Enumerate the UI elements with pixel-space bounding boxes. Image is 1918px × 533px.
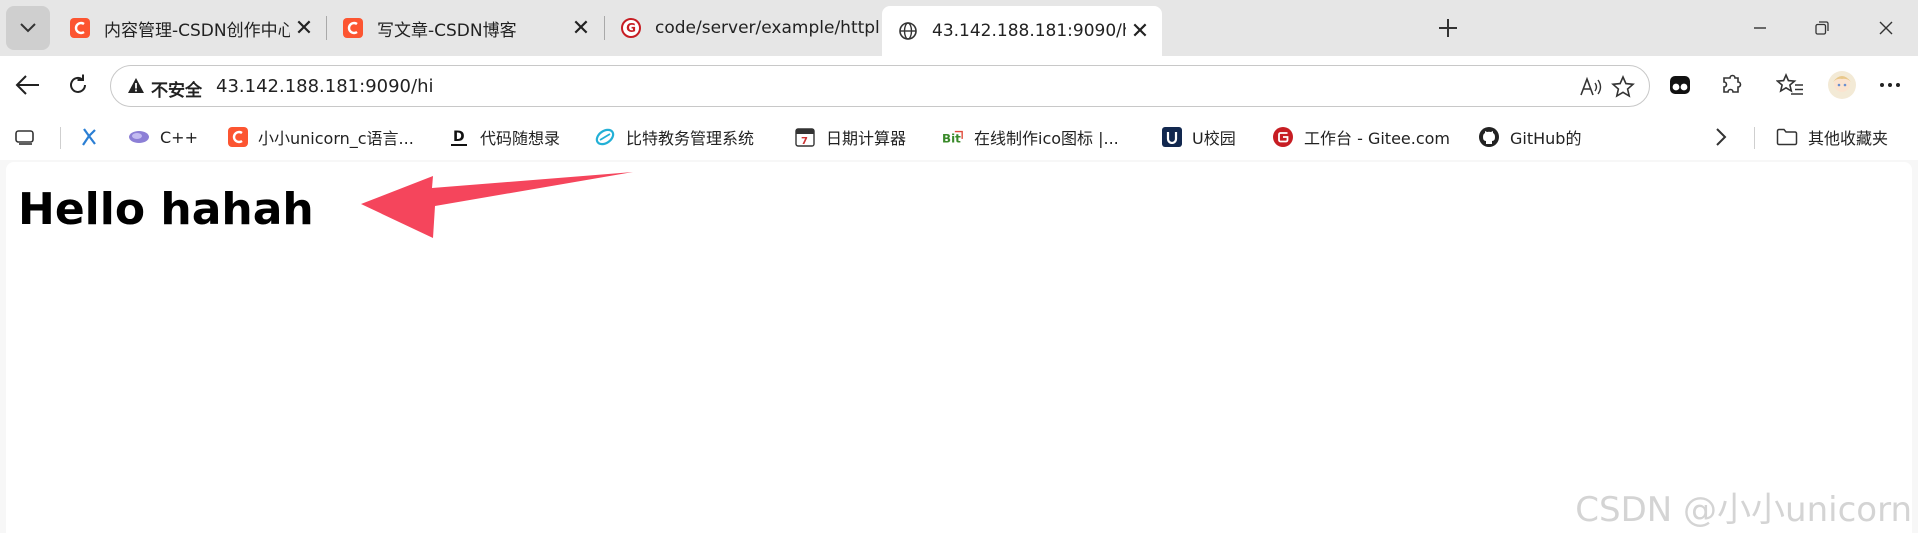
security-status-label[interactable]: 不安全 bbox=[151, 76, 202, 101]
svg-text:7: 7 bbox=[801, 136, 808, 147]
csdn-icon bbox=[228, 127, 248, 147]
csdn-icon bbox=[343, 18, 363, 38]
globe-icon bbox=[898, 21, 918, 41]
restore-icon bbox=[1815, 21, 1829, 35]
favorites-list-icon[interactable] bbox=[1774, 69, 1806, 101]
bookmark-item[interactable]: 工作台 - Gitee.com bbox=[1272, 122, 1450, 152]
github-icon bbox=[1478, 126, 1500, 148]
warning-icon[interactable] bbox=[127, 77, 145, 99]
minimize-icon bbox=[1754, 27, 1766, 29]
favorite-star-icon[interactable] bbox=[1611, 75, 1635, 99]
plus-icon bbox=[1439, 19, 1457, 37]
close-window-button[interactable] bbox=[1868, 10, 1904, 46]
bookmark-label: C++ bbox=[160, 127, 198, 147]
bookmark-label: 其他收藏夹 bbox=[1808, 129, 1889, 148]
cpp-icon bbox=[128, 126, 150, 148]
csdn-icon bbox=[70, 18, 90, 38]
bookmark-divider bbox=[1754, 127, 1755, 149]
bookmark-label: GitHub的 bbox=[1510, 129, 1582, 148]
bite-icon bbox=[594, 126, 616, 148]
new-tab-button[interactable] bbox=[1430, 10, 1466, 46]
svg-text:Bit: Bit bbox=[942, 132, 961, 146]
dmsxl-icon: D bbox=[448, 126, 470, 148]
url-text[interactable]: 43.142.188.181:9090/hi bbox=[216, 76, 434, 97]
page-content: Hello hahah CSDN @小小unicorn bbox=[6, 162, 1912, 533]
other-bookmarks-folder[interactable]: 其他收藏夹 bbox=[1776, 122, 1888, 152]
extension-panda-icon[interactable] bbox=[1664, 69, 1696, 101]
bookmark-label: 小小unicorn_c语言... bbox=[258, 129, 414, 148]
u-campus-icon bbox=[1162, 127, 1182, 147]
bookmark-label: 在线制作ico图标 |... bbox=[974, 129, 1119, 148]
close-icon[interactable]: ✕ bbox=[290, 14, 318, 42]
bookmark-label: U校园 bbox=[1192, 129, 1236, 148]
close-icon[interactable]: ✕ bbox=[1126, 17, 1154, 45]
bookmark-k-icon bbox=[78, 126, 100, 148]
bookmark-item[interactable]: U校园 bbox=[1162, 122, 1236, 152]
tab-title: 内容管理-CSDN创作中心 bbox=[104, 20, 290, 41]
navigation-toolbar: 不安全 43.142.188.181:9090/hi bbox=[0, 56, 1918, 114]
restore-button[interactable] bbox=[1804, 10, 1840, 46]
tab-collections-button[interactable] bbox=[14, 122, 46, 152]
bookmark-label: 代码随想录 bbox=[480, 129, 561, 148]
calendar-icon: 7 bbox=[794, 126, 816, 148]
chevron-right-icon bbox=[1716, 128, 1727, 146]
folder-icon bbox=[1776, 126, 1798, 148]
close-icon bbox=[1879, 21, 1893, 35]
address-bar[interactable]: 不安全 43.142.188.181:9090/hi bbox=[110, 65, 1650, 107]
tab-title: 43.142.188.181:9090/hi bbox=[932, 21, 1126, 41]
bookmark-item[interactable]: C++ bbox=[128, 122, 198, 152]
profile-avatar[interactable] bbox=[1826, 69, 1858, 101]
tabs-icon bbox=[14, 126, 36, 148]
minimize-button[interactable] bbox=[1742, 10, 1778, 46]
bookmarks-overflow-button[interactable] bbox=[1714, 122, 1728, 152]
tab-csdn-write[interactable]: 写文章-CSDN博客 ✕ bbox=[327, 8, 603, 48]
bookmark-item[interactable]: 小小unicorn_c语言... bbox=[228, 122, 414, 152]
gitee-icon bbox=[1272, 126, 1294, 148]
bookmark-label: 比特教务管理系统 bbox=[626, 129, 755, 148]
tab-title: code/server/example/httplib/make bbox=[655, 18, 881, 38]
tab-csdn-content[interactable]: 内容管理-CSDN创作中心 ✕ bbox=[54, 8, 326, 48]
refresh-icon bbox=[70, 74, 86, 93]
close-icon[interactable]: ✕ bbox=[567, 14, 595, 42]
bookmark-item[interactable]: 7 日期计算器 bbox=[794, 122, 906, 152]
bookmark-item[interactable]: Bit 在线制作ico图标 |... bbox=[942, 122, 1119, 152]
refresh-button[interactable] bbox=[60, 67, 96, 103]
tab-title: 写文章-CSDN博客 bbox=[377, 20, 517, 41]
tab-strip: 内容管理-CSDN创作中心 ✕ 写文章-CSDN博客 ✕ G code/serv… bbox=[0, 0, 1918, 56]
watermark-text: CSDN @小小unicorn bbox=[1575, 490, 1912, 530]
bit-ico-icon: Bit bbox=[942, 126, 964, 148]
bookmarks-bar: C++ 小小unicorn_c语言... D 代码随想录 比特教务管理系统 7 … bbox=[0, 114, 1918, 160]
more-options-icon[interactable] bbox=[1874, 69, 1906, 101]
tab-actions-menu-button[interactable] bbox=[6, 6, 50, 50]
page-heading: Hello hahah bbox=[18, 184, 314, 235]
gitee-icon: G bbox=[621, 18, 641, 38]
read-aloud-icon[interactable] bbox=[1579, 75, 1603, 99]
bookmark-divider bbox=[60, 127, 61, 149]
svg-text:D: D bbox=[453, 129, 465, 145]
extensions-puzzle-icon[interactable] bbox=[1716, 69, 1748, 101]
tab-gitee-code[interactable]: G code/server/example/httplib/make bbox=[605, 8, 881, 48]
bookmark-label: 日期计算器 bbox=[826, 129, 907, 148]
chevron-down-icon bbox=[20, 23, 36, 33]
tab-active-page[interactable]: 43.142.188.181:9090/hi ✕ bbox=[882, 6, 1162, 56]
arrow-left-icon bbox=[15, 75, 39, 95]
bookmark-item[interactable]: 比特教务管理系统 bbox=[594, 122, 754, 152]
bookmark-item[interactable] bbox=[78, 122, 110, 152]
annotation-arrow bbox=[361, 172, 633, 238]
bookmark-item[interactable]: D 代码随想录 bbox=[448, 122, 560, 152]
bookmark-label: 工作台 - Gitee.com bbox=[1304, 129, 1451, 148]
bookmark-item[interactable]: GitHub的 bbox=[1478, 122, 1581, 152]
back-button[interactable] bbox=[10, 67, 46, 103]
